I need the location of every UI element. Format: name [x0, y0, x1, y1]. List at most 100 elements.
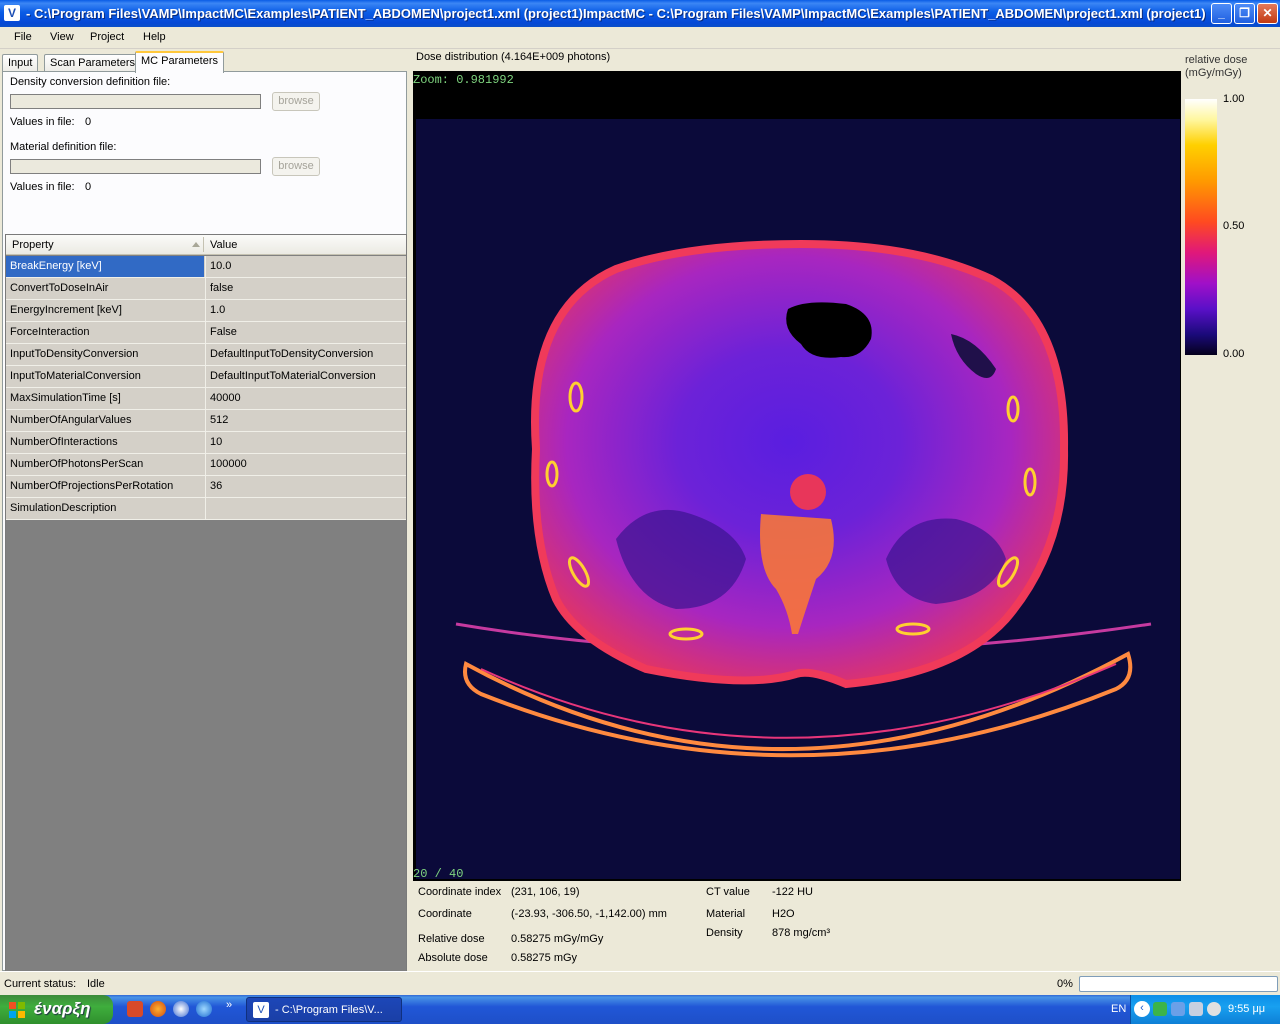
- tray-icon-4[interactable]: [1207, 1002, 1221, 1016]
- tab-scan-parameters[interactable]: Scan Parameters: [44, 54, 141, 72]
- restore-button[interactable]: ❐: [1234, 3, 1255, 24]
- table-row[interactable]: ForceInteraction False: [6, 322, 406, 344]
- property-value-cell[interactable]: 512: [205, 410, 406, 431]
- property-value-cell[interactable]: 10: [205, 432, 406, 453]
- table-row[interactable]: MaxSimulationTime [s] 40000: [6, 388, 406, 410]
- menu-view[interactable]: View: [50, 31, 74, 43]
- property-name-cell[interactable]: NumberOfProjectionsPerRotation: [6, 476, 204, 497]
- property-grid-rows: BreakEnergy [keV] 10.0 ConvertToDoseInAir f…: [6, 256, 406, 520]
- colorbar-title-line2: (mGy/mGy): [1185, 67, 1242, 79]
- property-name-cell[interactable]: InputToMaterialConversion: [6, 366, 204, 387]
- progress-text: 0%: [1057, 978, 1073, 990]
- material-file-label: Material definition file:: [10, 141, 117, 153]
- property-value-cell[interactable]: 10.0: [205, 256, 406, 277]
- window-title: - C:\Program Files\VAMP\ImpactMC\Example…: [26, 6, 1206, 21]
- property-name-cell[interactable]: NumberOfPhotonsPerScan: [6, 454, 204, 475]
- language-indicator[interactable]: EN: [1111, 1003, 1126, 1015]
- table-row[interactable]: BreakEnergy [keV] 10.0: [6, 256, 406, 278]
- property-name-cell[interactable]: BreakEnergy [keV]: [6, 256, 204, 277]
- title-bar[interactable]: V - C:\Program Files\VAMP\ImpactMC\Examp…: [0, 0, 1280, 27]
- property-value-cell[interactable]: 1.0: [205, 300, 406, 321]
- density-browse-button[interactable]: browse: [272, 92, 320, 111]
- material-value: H2O: [772, 908, 795, 920]
- coordinate-index-label: Coordinate index: [418, 886, 502, 898]
- zoom-indicator: Zoom: 0.981992: [413, 73, 514, 87]
- relative-dose-label: Relative dose: [418, 933, 485, 945]
- menu-help[interactable]: Help: [143, 31, 166, 43]
- property-value-cell[interactable]: false: [205, 278, 406, 299]
- property-value-cell[interactable]: DefaultInputToDensityConversion: [205, 344, 406, 365]
- property-grid-header: Property Value: [6, 235, 406, 255]
- taskbar: έναρξη » V - C:\Program Files\V... EN ‹ …: [0, 995, 1280, 1024]
- property-value-cell[interactable]: False: [205, 322, 406, 343]
- property-value-cell[interactable]: 36: [205, 476, 406, 497]
- material-label: Material: [706, 908, 746, 920]
- tab-mc-parameters[interactable]: MC Parameters: [135, 51, 225, 73]
- property-name-cell[interactable]: MaxSimulationTime [s]: [6, 388, 204, 409]
- material-values-label: Values in file:: [10, 181, 75, 193]
- start-label: έναρξη: [34, 999, 91, 1018]
- table-row[interactable]: EnergyIncrement [keV] 1.0: [6, 300, 406, 322]
- clock[interactable]: 9:55 μμ: [1228, 1003, 1265, 1015]
- chevron-left-icon[interactable]: ‹: [1134, 1001, 1150, 1017]
- density-values-label: Values in file:: [10, 116, 75, 128]
- app-icon: V: [253, 1002, 269, 1018]
- app-icon[interactable]: V: [4, 5, 20, 21]
- table-row[interactable]: NumberOfAngularValues 512: [6, 410, 406, 432]
- property-name-cell[interactable]: SimulationDescription: [6, 498, 204, 519]
- start-button[interactable]: έναρξη: [0, 995, 113, 1024]
- property-value-cell[interactable]: [205, 498, 406, 519]
- material-browse-button[interactable]: browse: [272, 157, 320, 176]
- taskbar-window-button[interactable]: V - C:\Program Files\V...: [246, 997, 402, 1022]
- table-row[interactable]: ConvertToDoseInAir false: [6, 278, 406, 300]
- density-file-field[interactable]: [10, 94, 261, 109]
- close-button[interactable]: ✕: [1257, 3, 1278, 24]
- density-file-label: Density conversion definition file:: [10, 76, 171, 88]
- property-value-cell[interactable]: 100000: [205, 454, 406, 475]
- table-row[interactable]: NumberOfInteractions 10: [6, 432, 406, 454]
- menu-file[interactable]: File: [14, 31, 32, 43]
- table-row[interactable]: SimulationDescription: [6, 498, 406, 520]
- property-name-cell[interactable]: ForceInteraction: [6, 322, 204, 343]
- table-row[interactable]: InputToMaterialConversion DefaultInputToM…: [6, 366, 406, 388]
- table-row[interactable]: InputToDensityConversion DefaultInputToDe…: [6, 344, 406, 366]
- viewer-title: Dose distribution (4.164E+009 photons): [416, 51, 611, 63]
- internet-explorer-icon[interactable]: [196, 1001, 212, 1017]
- property-name-cell[interactable]: EnergyIncrement [keV]: [6, 300, 204, 321]
- absolute-dose-value: 0.58275 mGy: [511, 952, 578, 964]
- dose-distribution-image[interactable]: [416, 119, 1180, 879]
- property-name-cell[interactable]: InputToDensityConversion: [6, 344, 204, 365]
- property-name-cell[interactable]: NumberOfInteractions: [6, 432, 204, 453]
- property-grid[interactable]: Property Value BreakEnergy [keV] 10.0 Conv…: [5, 234, 407, 991]
- coordinate-label: Coordinate: [418, 908, 472, 920]
- table-row[interactable]: NumberOfPhotonsPerScan 100000: [6, 454, 406, 476]
- chevron-right-icon[interactable]: »: [226, 999, 232, 1011]
- colorbar-title-line1: relative dose: [1185, 54, 1248, 66]
- tray-icon-1[interactable]: [1153, 1002, 1167, 1016]
- menu-project[interactable]: Project: [90, 31, 124, 43]
- tab-input[interactable]: Input: [2, 54, 39, 72]
- property-value-cell[interactable]: 40000: [205, 388, 406, 409]
- dose-colorbar: [1185, 99, 1217, 355]
- progress-bar: [1079, 976, 1278, 992]
- property-value-cell[interactable]: DefaultInputToMaterialConversion: [205, 366, 406, 387]
- column-header-value[interactable]: Value: [210, 239, 237, 251]
- volume-icon[interactable]: [1189, 1002, 1203, 1016]
- column-header-property[interactable]: Property: [12, 239, 54, 251]
- table-row[interactable]: NumberOfProjectionsPerRotation 36: [6, 476, 406, 498]
- property-name-cell[interactable]: NumberOfAngularValues: [6, 410, 204, 431]
- property-name-cell[interactable]: ConvertToDoseInAir: [6, 278, 204, 299]
- mc-parameters-page: Density conversion definition file: brow…: [2, 71, 407, 991]
- quicklaunch-app-icon[interactable]: [127, 1001, 143, 1017]
- colorbar-title: relative dose (mGy/mGy): [1185, 54, 1275, 80]
- firefox-icon[interactable]: [150, 1001, 166, 1017]
- dose-image-viewer[interactable]: Zoom: 0.981992 20 / 40: [413, 71, 1181, 881]
- media-player-icon[interactable]: [173, 1001, 189, 1017]
- network-icon[interactable]: [1171, 1002, 1185, 1016]
- minimize-button[interactable]: _: [1211, 3, 1232, 24]
- material-file-field[interactable]: [10, 159, 261, 174]
- coordinate-value: (-23.93, -306.50, -1,142.00) mm: [511, 908, 667, 920]
- left-panel: Input Scan Parameters MC Parameters Dens…: [0, 49, 409, 991]
- taskbar-window-label: - C:\Program Files\V...: [275, 1004, 383, 1016]
- slice-indicator: 20 / 40: [413, 867, 464, 881]
